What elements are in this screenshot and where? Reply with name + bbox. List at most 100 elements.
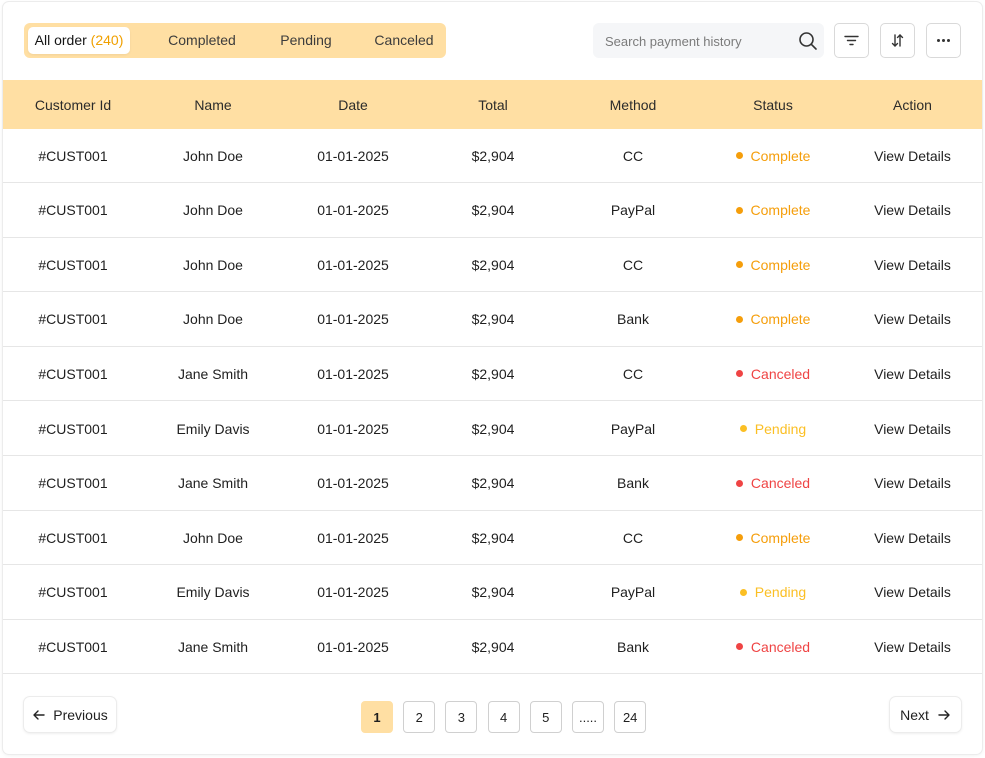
- total-cell: $2,904: [471, 202, 515, 219]
- next-button[interactable]: Next: [890, 697, 961, 732]
- status-text: Pending: [754, 420, 807, 437]
- customer-name-cell: John Doe: [183, 147, 243, 164]
- column-header-date: Date: [338, 96, 368, 113]
- status-text: Complete: [750, 256, 811, 273]
- tab-label: Pending: [280, 32, 332, 48]
- search-icon[interactable]: [798, 31, 818, 51]
- total-cell: $2,904: [471, 147, 515, 164]
- view-details-link[interactable]: View Details: [843, 620, 982, 673]
- tab-completed[interactable]: Completed: [154, 27, 250, 54]
- table-row: #CUST001 Jane Smith 01-01-2025 $2,904 CC Canc…: [3, 347, 982, 402]
- tab-label: Completed: [168, 32, 236, 48]
- customer-name-cell: Emily Davis: [176, 584, 250, 601]
- customer-name-cell: John Doe: [183, 311, 243, 328]
- view-details-link[interactable]: View Details: [843, 238, 982, 291]
- date-cell: 01-01-2025: [317, 529, 389, 546]
- customer-id-cell: #CUST001: [38, 365, 108, 382]
- table-row: #CUST001 Jane Smith 01-01-2025 $2,904 Bank Ca…: [3, 456, 982, 511]
- sort-button[interactable]: [880, 23, 915, 58]
- view-details-link[interactable]: View Details: [843, 457, 982, 510]
- column-header-name: Name: [194, 96, 232, 113]
- customer-id-cell: #CUST001: [38, 584, 108, 601]
- view-details-link[interactable]: View Details: [843, 402, 982, 455]
- date-cell: 01-01-2025: [317, 638, 389, 655]
- date-cell: 01-01-2025: [317, 584, 389, 601]
- method-cell: CC: [622, 256, 644, 273]
- page-button-24[interactable]: 24: [614, 701, 647, 733]
- status-badge: Canceled: [735, 639, 810, 655]
- column-header-total: Total: [478, 96, 508, 113]
- total-cell: $2,904: [471, 584, 515, 601]
- view-details-link[interactable]: View Details: [843, 184, 982, 237]
- status-text: Complete: [750, 202, 811, 219]
- date-cell: 01-01-2025: [317, 256, 389, 273]
- table-row: #CUST001 Emily Davis 01-01-2025 $2,904 PayPa…: [3, 402, 982, 456]
- customer-id-cell: #CUST001: [38, 638, 108, 655]
- status-cell: Pending: [703, 402, 843, 455]
- customer-id-cell: #CUST001: [38, 256, 108, 273]
- method-cell: Bank: [617, 475, 649, 492]
- previous-label: Previous: [53, 706, 108, 723]
- filter-button[interactable]: [834, 23, 869, 58]
- status-dot-icon: [739, 425, 747, 432]
- column-header-method: Method: [609, 96, 657, 113]
- tab-all-order[interactable]: All order (240): [28, 27, 130, 54]
- payment-history-card: All order (240) Completed Pending Cancel…: [3, 2, 982, 754]
- status-dot-icon: [735, 534, 743, 542]
- page-button-2[interactable]: 2: [403, 701, 436, 733]
- table-row: #CUST001 Jane Smith 01-01-2025 $2,904 Bank Ca…: [3, 620, 982, 675]
- customer-name-cell: John Doe: [183, 529, 243, 546]
- tab-pending[interactable]: Pending: [264, 27, 348, 54]
- page-button-1[interactable]: 1: [361, 701, 393, 733]
- status-cell: Complete: [703, 293, 843, 346]
- method-cell: PayPal: [610, 584, 656, 601]
- status-cell: Pending: [703, 566, 843, 619]
- column-header-action: Action: [893, 96, 932, 113]
- view-details-link[interactable]: View Details: [843, 293, 982, 346]
- page-button-5[interactable]: 5: [529, 701, 562, 733]
- search-input[interactable]: [603, 23, 792, 60]
- method-cell: Bank: [617, 311, 649, 328]
- view-details-link[interactable]: View Details: [843, 347, 982, 400]
- status-text: Complete: [750, 311, 811, 328]
- table-row: #CUST001 John Doe 01-01-2025 $2,904 CC Comple…: [3, 511, 982, 566]
- method-cell: CC: [622, 365, 644, 382]
- next-label: Next: [900, 706, 929, 723]
- previous-button[interactable]: Previous: [24, 697, 116, 732]
- status-text: Complete: [750, 529, 811, 546]
- total-cell: $2,904: [471, 256, 515, 273]
- date-cell: 01-01-2025: [317, 311, 389, 328]
- status-cell: Canceled: [703, 620, 843, 673]
- status-cell: Complete: [703, 184, 843, 237]
- page-button-3[interactable]: 3: [445, 701, 478, 733]
- page-button-4[interactable]: 4: [487, 701, 520, 733]
- view-details-link[interactable]: View Details: [843, 566, 982, 619]
- table-row: #CUST001 John Doe 01-01-2025 $2,904 CC Comple…: [3, 129, 982, 183]
- status-badge: Complete: [735, 202, 811, 219]
- toolbar: All order (240) Completed Pending Cancel…: [3, 2, 982, 80]
- status-cell: Canceled: [703, 347, 843, 400]
- status-text: Complete: [750, 147, 811, 164]
- status-badge: Pending: [739, 420, 807, 437]
- tab-label: Canceled: [374, 32, 434, 48]
- method-cell: CC: [622, 147, 644, 164]
- customer-id-cell: #CUST001: [38, 147, 108, 164]
- sort-icon: [891, 34, 904, 47]
- status-badge: Complete: [735, 256, 811, 273]
- status-dot-icon: [735, 152, 743, 159]
- total-cell: $2,904: [471, 365, 515, 382]
- more-options-button[interactable]: [926, 23, 961, 58]
- tab-canceled[interactable]: Canceled: [364, 27, 444, 54]
- view-details-link[interactable]: View Details: [843, 511, 982, 564]
- status-dot-icon: [735, 206, 743, 214]
- view-details-link[interactable]: View Details: [843, 129, 982, 182]
- status-badge: Canceled: [735, 366, 810, 382]
- customer-id-cell: #CUST001: [38, 420, 108, 437]
- status-badge: Complete: [735, 529, 811, 546]
- status-text: Pending: [754, 584, 807, 601]
- table-row: #CUST001 John Doe 01-01-2025 $2,904 PayPal Co…: [3, 183, 982, 238]
- status-badge: Pending: [739, 584, 807, 601]
- customer-id-cell: #CUST001: [38, 475, 108, 492]
- page-ellipsis[interactable]: .....: [572, 701, 604, 733]
- status-cell: Canceled: [703, 457, 843, 510]
